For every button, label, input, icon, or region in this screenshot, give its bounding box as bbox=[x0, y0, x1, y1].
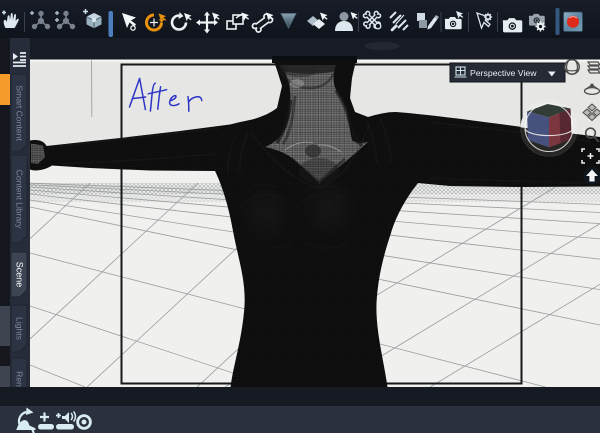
svg-text:Smart Content: Smart Content bbox=[15, 85, 25, 141]
svg-text:Scene: Scene bbox=[15, 262, 25, 288]
svg-text:Ren: Ren bbox=[15, 371, 25, 387]
svg-text:Perspective View: Perspective View bbox=[470, 68, 537, 78]
svg-text:Content Library: Content Library bbox=[15, 170, 25, 229]
svg-text:Lights: Lights bbox=[15, 317, 25, 340]
